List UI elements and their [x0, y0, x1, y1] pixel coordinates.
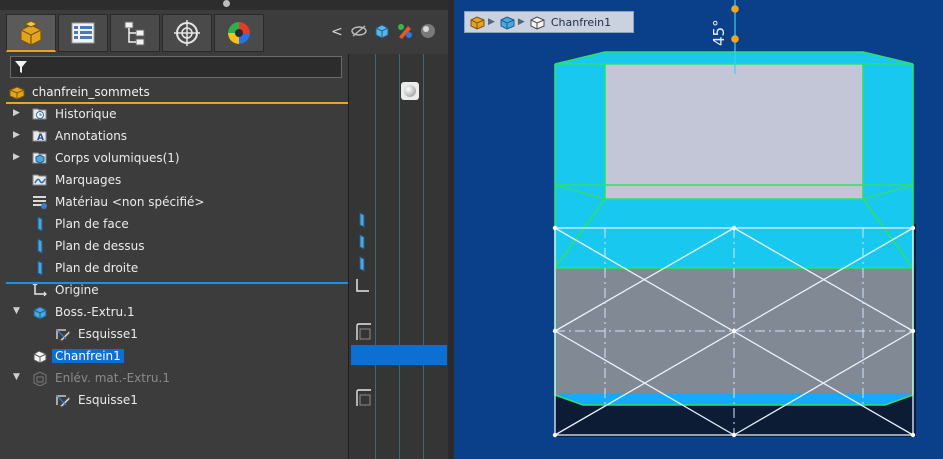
filter-funnel-icon — [15, 61, 27, 73]
propertymanager-tab[interactable] — [58, 14, 108, 52]
tree-item-label: Annotations — [55, 129, 128, 143]
feature-manager-panel: < chanfrein_sommets ▶ Historique ▶ A Ann… — [0, 0, 449, 459]
tree-item-label: Matériau <non spécifié> — [55, 195, 205, 209]
tree-item-label: Historique — [55, 107, 117, 121]
expand-arrow-icon[interactable]: ▶ — [13, 152, 23, 162]
tree-root-part[interactable]: chanfrein_sommets — [6, 82, 348, 102]
expand-arrow-icon[interactable]: ▶ — [13, 108, 23, 118]
expand-arrow-icon[interactable]: ▶ — [13, 130, 23, 140]
hide-show-icon[interactable] — [350, 22, 368, 40]
chamfer-angle-dimension[interactable]: 45° — [710, 19, 728, 46]
annotations-icon: A — [32, 130, 47, 143]
tree-item-label: Plan de dessus — [55, 239, 145, 253]
tree-item-label: Marquages — [55, 173, 122, 187]
dimxpert-tab[interactable] — [162, 14, 212, 52]
boss-extrude-icon — [33, 306, 47, 320]
sketch-plane-icon — [356, 389, 371, 406]
selected-row-highlight — [351, 345, 447, 365]
tree-filter-input[interactable] — [10, 56, 342, 78]
appearance-ball-icon[interactable] — [401, 82, 419, 100]
appearance-icon[interactable] — [396, 22, 414, 40]
configuration-tree-icon — [124, 21, 145, 46]
panel-resize-grip[interactable] — [223, 0, 230, 7]
top-face — [605, 64, 863, 199]
feature-tree-side-column — [348, 54, 449, 459]
svg-text:A: A — [37, 133, 44, 143]
material-icon — [33, 196, 47, 209]
target-crosshair-icon — [174, 20, 200, 46]
model-view — [552, 0, 916, 438]
plane-icon — [37, 216, 43, 232]
breadcrumb-separator-icon: ▶ — [488, 17, 495, 27]
chamfer-icon — [33, 350, 47, 364]
part-icon — [9, 86, 25, 100]
sketch-icon — [56, 329, 71, 342]
chamfer-icon[interactable] — [529, 14, 546, 31]
selection-underline — [6, 282, 348, 284]
column-guide-line — [423, 54, 424, 459]
featuremanager-tab[interactable] — [6, 14, 56, 52]
plane-icon — [37, 238, 43, 254]
markups-icon — [32, 174, 47, 186]
sketch-icon — [56, 395, 71, 408]
collapse-arrow-icon[interactable]: ▼ — [13, 306, 23, 316]
solidworks-window: < chanfrein_sommets ▶ Historique ▶ A Ann… — [0, 0, 943, 459]
manager-tabs — [6, 14, 268, 54]
tree-item-label: Esquisse1 — [78, 327, 138, 341]
plane-icon — [37, 260, 43, 276]
sketch-plane-icon — [356, 323, 371, 340]
chevron-left-icon[interactable]: < — [331, 24, 343, 40]
column-guide-line — [375, 54, 376, 459]
solid-body-icon[interactable] — [499, 14, 516, 31]
tree-item-label: Boss.-Extru.1 — [55, 305, 135, 319]
breadcrumb[interactable]: ▶ ▶ Chanfrein1 — [464, 11, 634, 33]
tree-item-label: Enlév. mat.-Extru.1 — [55, 371, 170, 385]
heads-up-icons — [350, 22, 437, 40]
breadcrumb-feature-label: Chanfrein1 — [550, 15, 612, 29]
tree-item-label: Plan de droite — [55, 261, 139, 275]
origin-icon — [356, 279, 369, 292]
configurationmanager-tab[interactable] — [110, 14, 160, 52]
plane-icon — [359, 212, 365, 228]
plane-icon — [359, 256, 365, 272]
tree-item-label: Corps volumiques(1) — [55, 151, 180, 165]
display-manager-tab[interactable] — [214, 14, 264, 52]
root-underline — [6, 102, 348, 104]
dimension-handle[interactable] — [731, 5, 739, 13]
tree-item-label: Chanfrein1 — [52, 349, 124, 363]
tree-item-label: Plan de face — [55, 217, 129, 231]
tree-item-label: Esquisse1 — [78, 393, 138, 407]
scene-icon[interactable] — [419, 22, 437, 40]
dimension-handle[interactable] — [731, 35, 739, 43]
solid-bodies-icon — [32, 152, 47, 164]
color-wheel-icon — [228, 22, 250, 44]
root-part-name: chanfrein_sommets — [32, 85, 150, 99]
collapse-arrow-icon[interactable]: ▼ — [13, 372, 23, 382]
tree-item-label: Origine — [55, 283, 99, 297]
plane-icon — [359, 234, 365, 250]
part-icon[interactable] — [469, 14, 486, 31]
part-icon — [20, 19, 42, 46]
history-icon — [32, 108, 47, 120]
display-style-icon[interactable] — [373, 22, 391, 40]
breadcrumb-separator-icon: ▶ — [517, 17, 525, 27]
graphics-area[interactable]: 45° ▶ ▶ Chanfrein1 — [454, 0, 943, 459]
cut-extrude-icon — [33, 371, 47, 386]
property-list-icon — [71, 22, 95, 44]
column-guide-line — [399, 54, 400, 459]
